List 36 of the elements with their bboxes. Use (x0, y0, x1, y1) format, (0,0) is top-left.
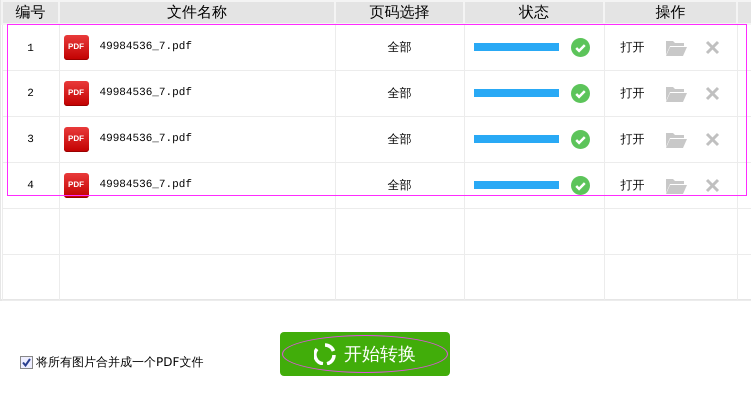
pdf-file-icon: PDF (64, 80, 88, 106)
open-link[interactable]: 打开 (620, 38, 644, 56)
folder-icon[interactable] (664, 38, 686, 56)
column-header: 状态 (464, 1, 604, 24)
column-header: 页码选择 (335, 1, 464, 24)
row-number: 4 (27, 180, 34, 192)
open-link[interactable]: 打开 (620, 84, 644, 102)
pdf-file-icon: PDF (64, 172, 88, 198)
page-selection[interactable]: 全部 (388, 178, 412, 192)
file-name: 49984536_7.pdf (100, 178, 192, 193)
page-selection[interactable]: 全部 (388, 132, 412, 146)
pdf-file-icon: PDF (64, 126, 88, 152)
page-selection[interactable]: 全部 (388, 86, 412, 100)
folder-icon[interactable] (664, 84, 686, 102)
folder-icon[interactable] (664, 130, 686, 148)
close-icon[interactable] (704, 86, 720, 100)
close-icon[interactable] (704, 40, 720, 55)
open-link[interactable]: 打开 (620, 176, 644, 194)
close-icon[interactable] (704, 178, 720, 192)
file-name: 49984536_7.pdf (100, 132, 192, 147)
refresh-icon (314, 343, 336, 365)
row-number: 2 (27, 88, 34, 100)
page-selection[interactable]: 全部 (388, 40, 412, 54)
pdf-file-icon: PDF (64, 34, 88, 60)
folder-icon[interactable] (664, 176, 686, 194)
column-header: 操作 (604, 1, 737, 24)
file-name: 49984536_7.pdf (100, 40, 192, 55)
row-number: 3 (27, 134, 34, 146)
column-header: 编号 (2, 1, 59, 24)
close-icon[interactable] (704, 132, 720, 146)
file-name: 49984536_7.pdf (100, 86, 192, 101)
column-header: 文件名称 (59, 1, 335, 24)
row-number: 1 (27, 42, 34, 54)
checkbox[interactable] (20, 356, 33, 368)
merge-option-label: 将所有图片合并成一个PDF文件 (36, 354, 204, 371)
open-link[interactable]: 打开 (620, 130, 644, 148)
